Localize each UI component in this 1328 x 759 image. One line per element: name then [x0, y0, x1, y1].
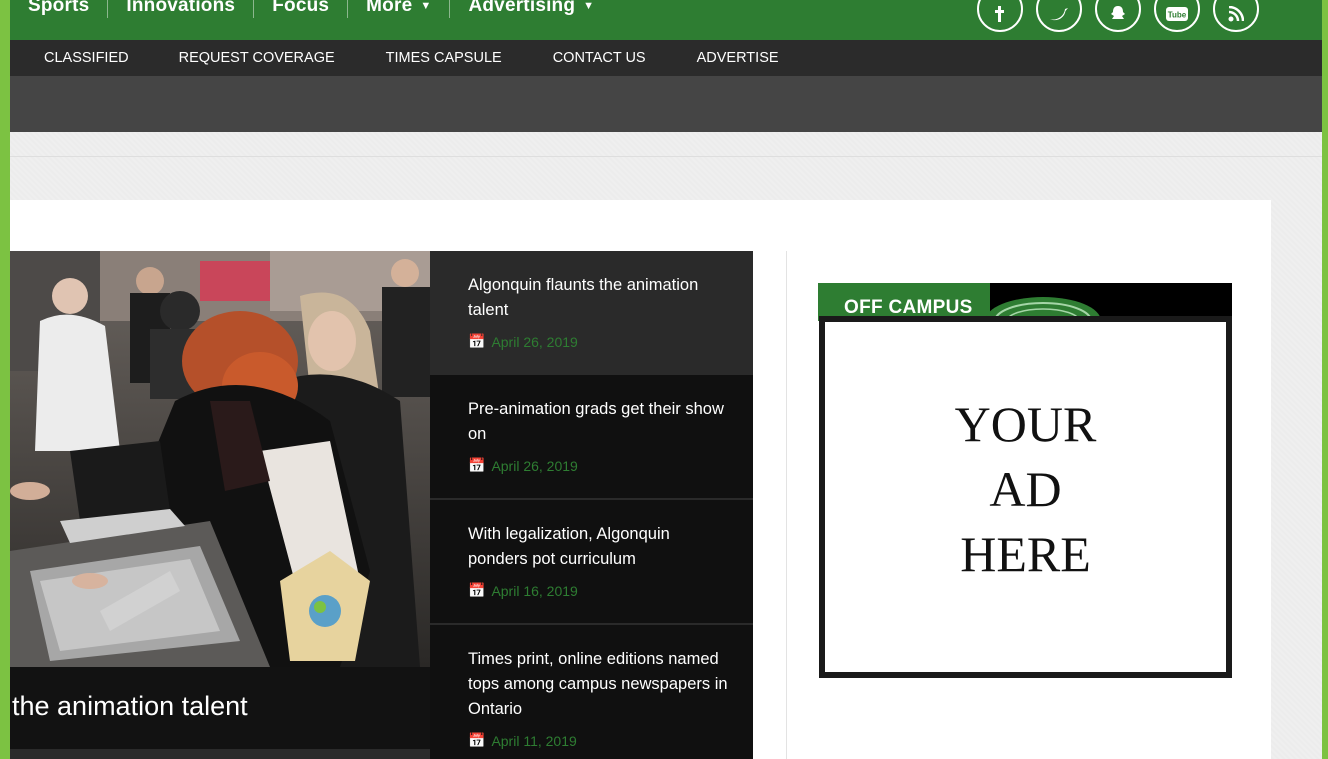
main-nav: Sports Innovations Focus More ▼ Advertisi… [10, 0, 1322, 40]
ad-text: YOUR AD HERE [954, 396, 1097, 582]
article-list: Algonquin flaunts the animation talent 📅… [430, 251, 753, 759]
calendar-icon: 📅 [468, 582, 486, 598]
list-item[interactable]: With legalization, Algonquin ponders pot… [430, 500, 753, 625]
article-title[interactable]: Algonquin flaunts the animation talent [468, 273, 733, 323]
facebook-icon[interactable] [977, 0, 1023, 32]
chevron-down-icon: ▼ [583, 0, 595, 12]
caption-bar [10, 749, 430, 759]
ad-placeholder[interactable]: YOUR AD HERE [819, 316, 1232, 678]
article-date: 📅 April 26, 2019 [468, 457, 578, 474]
featured-photo[interactable] [10, 251, 430, 667]
twitter-icon[interactable] [1036, 0, 1082, 32]
calendar-icon: 📅 [468, 732, 486, 748]
content-card: the animation talent Algonquin flaunts t… [10, 200, 1271, 759]
subnav-request-coverage[interactable]: REQUEST COVERAGE [179, 50, 335, 66]
article-date: 📅 April 11, 2019 [468, 732, 577, 749]
subnav-times-capsule[interactable]: TIMES CAPSULE [386, 50, 502, 66]
list-item[interactable]: Times print, online editions named tops … [430, 625, 753, 759]
list-item[interactable]: Algonquin flaunts the animation talent 📅… [430, 251, 753, 375]
divider [10, 156, 1322, 157]
snapchat-icon[interactable] [1095, 0, 1141, 32]
subnav-classified[interactable]: CLASSIFIED [44, 50, 129, 66]
column-divider [786, 251, 787, 759]
youtube-icon[interactable]: Tube [1154, 0, 1200, 32]
nav-item-focus[interactable]: Focus [254, 0, 347, 17]
featured-caption-text: the animation talent [12, 691, 248, 721]
nav-item-more[interactable]: More ▼ [348, 0, 449, 17]
article-title[interactable]: Pre-animation grads get their show on [468, 397, 733, 447]
list-item[interactable]: Pre-animation grads get their show on 📅 … [430, 375, 753, 500]
nav-item-sports[interactable]: Sports [10, 0, 107, 17]
header-band [10, 76, 1322, 132]
subnav-advertise[interactable]: ADVERTISE [697, 50, 779, 66]
subnav-contact-us[interactable]: CONTACT US [553, 50, 646, 66]
article-title[interactable]: With legalization, Algonquin ponders pot… [468, 522, 733, 572]
calendar-icon: 📅 [468, 333, 486, 349]
social-links: Tube [977, 0, 1259, 32]
secondary-nav: CLASSIFIED REQUEST COVERAGE TIMES CAPSUL… [10, 40, 1322, 76]
article-date: 📅 April 16, 2019 [468, 582, 578, 599]
featured-caption[interactable]: the animation talent [10, 667, 430, 749]
article-date: 📅 April 26, 2019 [468, 333, 578, 350]
page-frame: Sports Innovations Focus More ▼ Advertisi… [10, 0, 1322, 759]
calendar-icon: 📅 [468, 457, 486, 473]
rss-icon[interactable] [1213, 0, 1259, 32]
nav-item-advertising[interactable]: Advertising ▼ [450, 0, 612, 17]
chevron-down-icon: ▼ [420, 0, 432, 12]
article-title[interactable]: Times print, online editions named tops … [468, 647, 733, 722]
nav-item-innovations[interactable]: Innovations [108, 0, 253, 17]
youtube-glyph: Tube [1168, 11, 1187, 20]
